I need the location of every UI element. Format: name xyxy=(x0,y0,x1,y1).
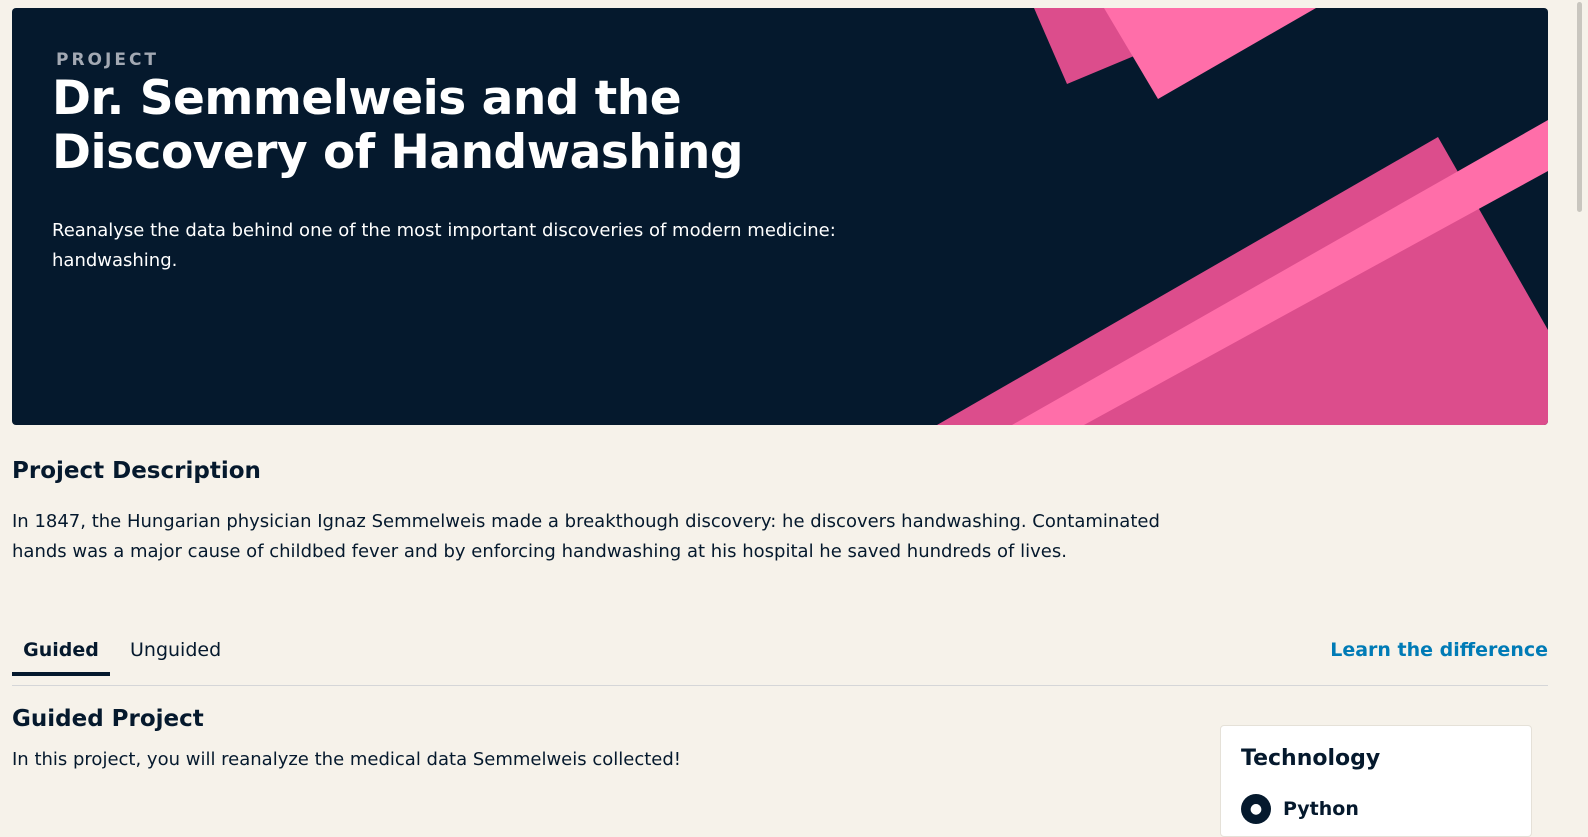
guided-project-text: In this project, you will reanalyze the … xyxy=(12,749,682,770)
learn-the-difference-link[interactable]: Learn the difference xyxy=(1330,630,1548,670)
page-scrollbar[interactable] xyxy=(1570,0,1588,814)
technology-card: Technology ● Python xyxy=(1220,725,1532,837)
project-mode-tabs: Guided Unguided Learn the difference xyxy=(12,630,1548,686)
tab-guided[interactable]: Guided xyxy=(12,630,110,676)
project-tagline: Reanalyse the data behind one of the mos… xyxy=(52,220,836,271)
technology-label: Python xyxy=(1283,798,1359,820)
scrollbar-thumb[interactable] xyxy=(1577,2,1582,212)
technology-item[interactable]: ● Python xyxy=(1241,794,1359,824)
project-description-text: In 1847, the Hungarian physician Ignaz S… xyxy=(12,511,1160,562)
python-icon: ● xyxy=(1241,794,1271,824)
guided-project-heading: Guided Project xyxy=(12,706,204,732)
tab-unguided[interactable]: Unguided xyxy=(130,630,221,685)
project-hero-banner: PROJECT Dr. Semmelweis and the Discovery… xyxy=(12,8,1548,425)
project-description-heading: Project Description xyxy=(12,458,261,484)
page-type-label: PROJECT xyxy=(56,50,160,70)
technology-heading: Technology xyxy=(1241,746,1381,771)
project-title: Dr. Semmelweis and the Discovery of Hand… xyxy=(52,71,743,180)
